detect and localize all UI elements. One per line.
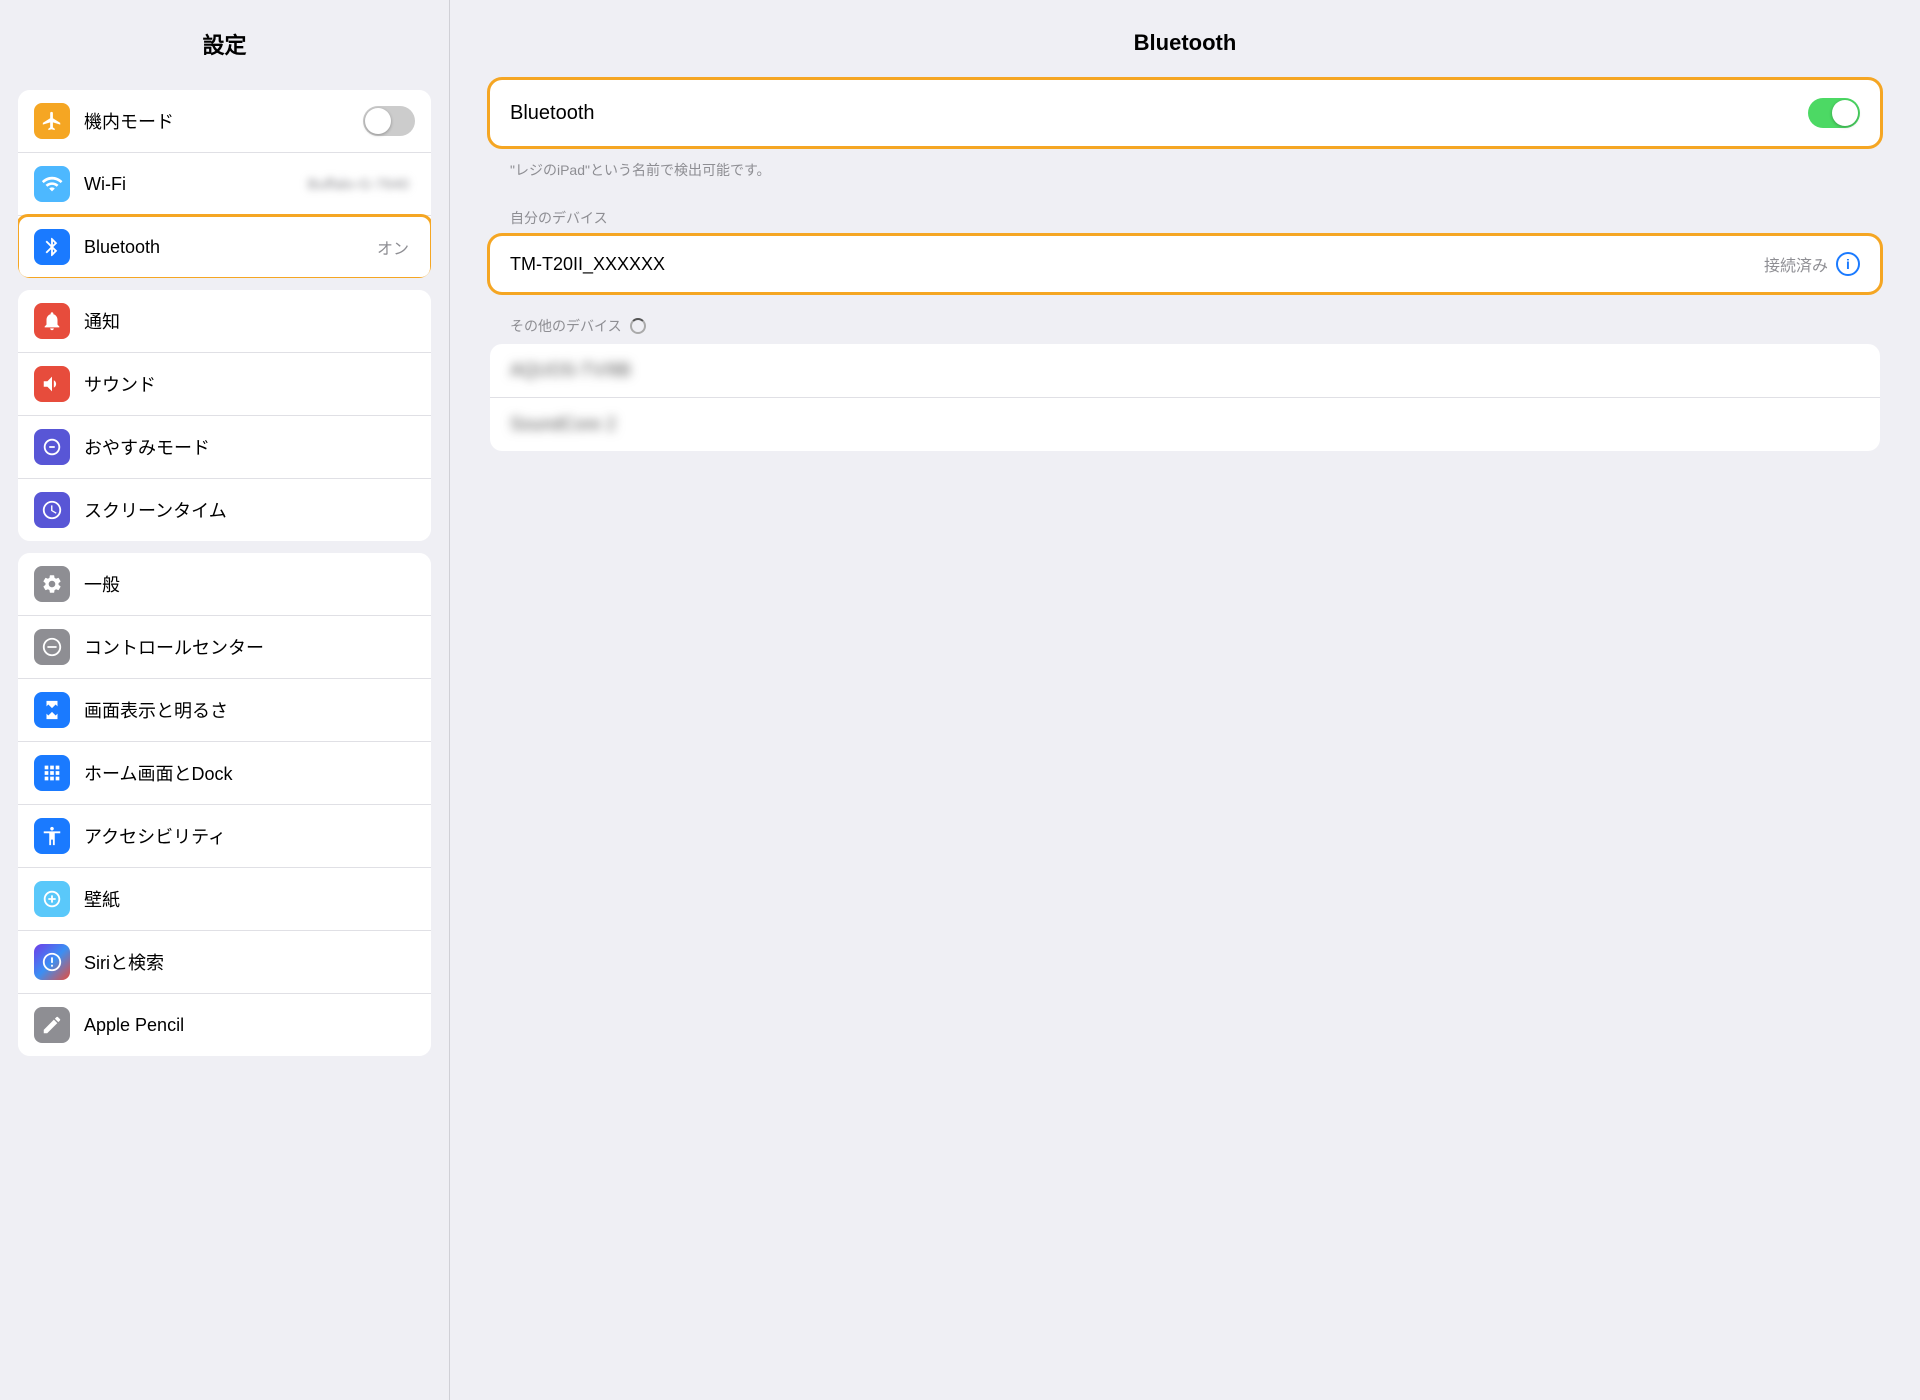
my-devices-section-label: 自分のデバイス bbox=[490, 192, 1880, 236]
discoverable-note: "レジのiPad"という名前で検出可能です。 bbox=[490, 154, 1880, 192]
airplane-toggle[interactable] bbox=[363, 106, 415, 136]
homescreen-label: ホーム画面とDock bbox=[84, 760, 415, 786]
settings-group-connectivity: 機内モード Wi-Fi Buffalo-G-7640 Bluetooth オン bbox=[18, 90, 431, 278]
sidebar-item-wifi[interactable]: Wi-Fi Buffalo-G-7640 bbox=[18, 153, 431, 216]
sidebar-item-homescreen[interactable]: ホーム画面とDock bbox=[18, 742, 431, 805]
other-devices-section-label: その他のデバイス bbox=[490, 300, 1880, 344]
airplane-label: 機内モード bbox=[84, 108, 363, 134]
sidebar-item-applepencil[interactable]: Apple Pencil bbox=[18, 994, 431, 1056]
bluetooth-icon bbox=[34, 229, 70, 265]
sound-icon bbox=[34, 366, 70, 402]
sidebar-item-airplane[interactable]: 機内モード bbox=[18, 90, 431, 153]
wallpaper-icon bbox=[34, 881, 70, 917]
other-device-row-1[interactable]: SoundCore 2 bbox=[490, 398, 1880, 451]
other-devices-card: AQUOS-TV/8B SoundCore 2 bbox=[490, 344, 1880, 451]
applepencil-label: Apple Pencil bbox=[84, 1015, 415, 1036]
donotdisturb-label: おやすみモード bbox=[84, 434, 415, 460]
sidebar-item-screentime[interactable]: スクリーンタイム bbox=[18, 479, 431, 541]
sidebar-item-controlcenter[interactable]: コントロールセンター bbox=[18, 616, 431, 679]
sidebar-item-donotdisturb[interactable]: おやすみモード bbox=[18, 416, 431, 479]
bluetooth-toggle[interactable] bbox=[1808, 98, 1860, 128]
other-device-name-1: SoundCore 2 bbox=[510, 414, 1860, 435]
wifi-value: Buffalo-G-7640 bbox=[308, 176, 409, 193]
general-label: 一般 bbox=[84, 571, 415, 597]
bluetooth-setting-label: Bluetooth bbox=[510, 102, 1808, 125]
other-device-row-0[interactable]: AQUOS-TV/8B bbox=[490, 344, 1880, 398]
wallpaper-label: 壁紙 bbox=[84, 886, 415, 912]
main-title: Bluetooth bbox=[490, 30, 1880, 56]
screentime-label: スクリーンタイム bbox=[84, 497, 415, 523]
general-icon bbox=[34, 566, 70, 602]
sidebar-item-display[interactable]: 画面表示と明るさ bbox=[18, 679, 431, 742]
sidebar-item-siri[interactable]: Siriと検索 bbox=[18, 931, 431, 994]
connected-device-info-button[interactable]: i bbox=[1836, 252, 1860, 276]
sidebar-item-sound[interactable]: サウンド bbox=[18, 353, 431, 416]
bluetooth-card: Bluetooth bbox=[490, 80, 1880, 146]
sidebar: 設定 機内モード Wi-Fi Buffalo-G-7640 Bluetooth … bbox=[0, 0, 450, 1400]
wifi-label: Wi-Fi bbox=[84, 174, 308, 195]
donotdisturb-icon bbox=[34, 429, 70, 465]
accessibility-label: アクセシビリティ bbox=[84, 823, 415, 849]
sidebar-item-notification[interactable]: 通知 bbox=[18, 290, 431, 353]
connected-device-name: TM-T20II_XXXXXX bbox=[510, 254, 1764, 275]
settings-group-alerts: 通知 サウンド おやすみモード スクリーンタイム bbox=[18, 290, 431, 541]
display-label: 画面表示と明るさ bbox=[84, 697, 415, 723]
sidebar-item-bluetooth[interactable]: Bluetooth オン bbox=[18, 216, 431, 278]
bluetooth-value: オン bbox=[377, 235, 409, 259]
controlcenter-label: コントロールセンター bbox=[84, 634, 415, 660]
connected-device-status: 接続済み bbox=[1764, 252, 1828, 276]
sidebar-item-general[interactable]: 一般 bbox=[18, 553, 431, 616]
notification-icon bbox=[34, 303, 70, 339]
bluetooth-row: Bluetooth bbox=[490, 80, 1880, 146]
applepencil-icon bbox=[34, 1007, 70, 1043]
siri-icon bbox=[34, 944, 70, 980]
controlcenter-icon bbox=[34, 629, 70, 665]
screentime-icon bbox=[34, 492, 70, 528]
airplane-icon bbox=[34, 103, 70, 139]
sound-label: サウンド bbox=[84, 371, 415, 397]
siri-label: Siriと検索 bbox=[84, 949, 415, 975]
connected-device-card[interactable]: TM-T20II_XXXXXX 接続済み i bbox=[490, 236, 1880, 292]
bluetooth-label: Bluetooth bbox=[84, 237, 377, 258]
accessibility-icon bbox=[34, 818, 70, 854]
sidebar-item-wallpaper[interactable]: 壁紙 bbox=[18, 868, 431, 931]
homescreen-icon bbox=[34, 755, 70, 791]
settings-group-system: 一般 コントロールセンター 画面表示と明るさ ホーム画面とDock bbox=[18, 553, 431, 1056]
display-icon bbox=[34, 692, 70, 728]
sidebar-item-accessibility[interactable]: アクセシビリティ bbox=[18, 805, 431, 868]
tm-device-row: TM-T20II_XXXXXX 接続済み i bbox=[490, 236, 1880, 292]
main-content: Bluetooth Bluetooth "レジのiPad"という名前で検出可能で… bbox=[450, 0, 1920, 1400]
wifi-icon bbox=[34, 166, 70, 202]
notification-label: 通知 bbox=[84, 308, 415, 334]
other-device-name-0: AQUOS-TV/8B bbox=[510, 360, 1860, 381]
sidebar-title: 設定 bbox=[0, 0, 449, 78]
scanning-spinner bbox=[630, 318, 646, 334]
